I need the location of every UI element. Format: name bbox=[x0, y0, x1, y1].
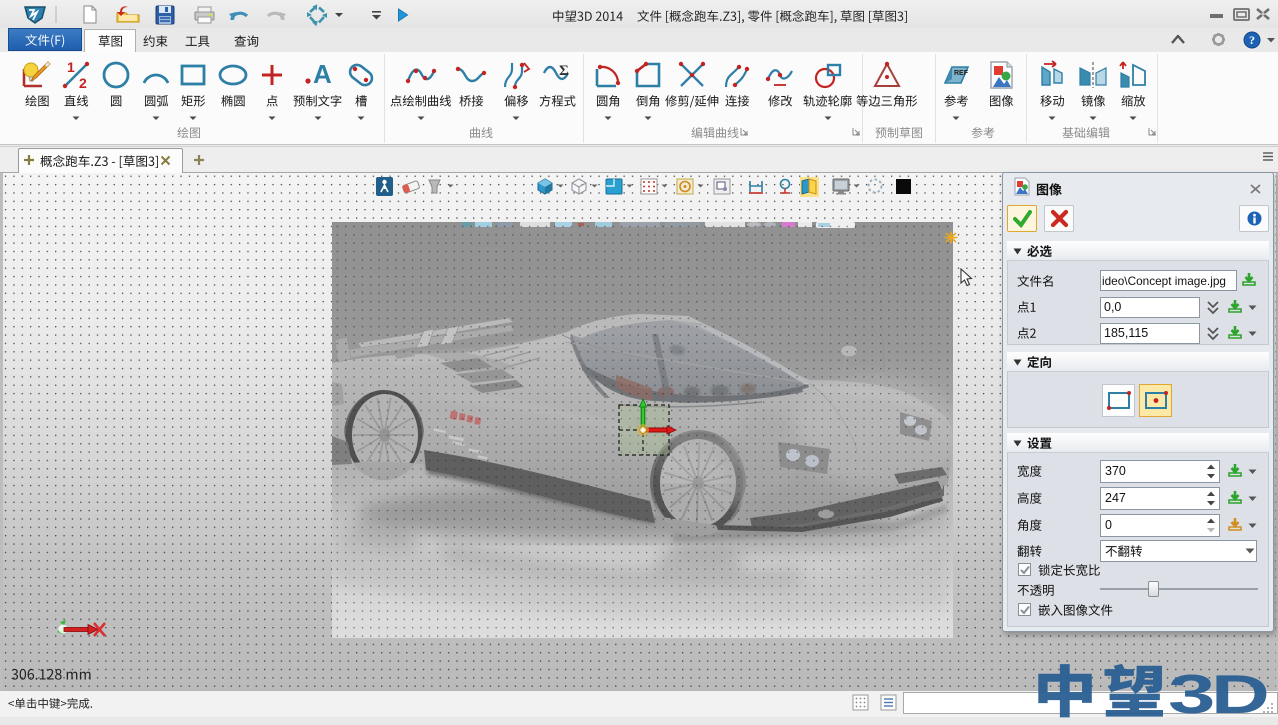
svg-text:A: A bbox=[313, 59, 332, 89]
svg-text:1: 1 bbox=[67, 59, 75, 75]
svg-text:Σ: Σ bbox=[559, 63, 569, 79]
svg-text:3: 3 bbox=[1168, 664, 1215, 725]
svg-text:D: D bbox=[1211, 663, 1270, 725]
svg-text:?: ? bbox=[1249, 33, 1255, 47]
svg-text:2: 2 bbox=[79, 75, 87, 91]
svg-text:REF: REF bbox=[954, 70, 969, 77]
